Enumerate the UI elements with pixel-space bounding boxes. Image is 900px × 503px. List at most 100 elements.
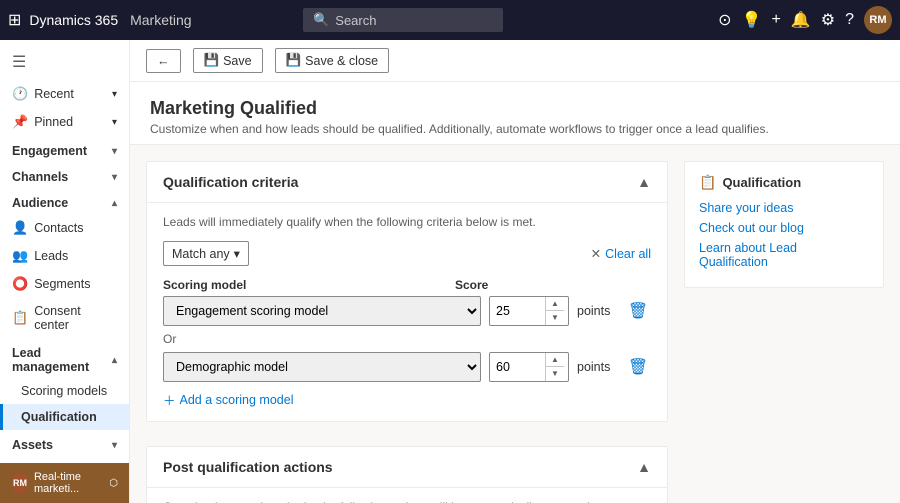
post-qualification-card: Post qualification actions ▲ Once leads …: [146, 446, 668, 503]
back-button[interactable]: ←: [146, 49, 181, 73]
or-label: Or: [163, 332, 651, 346]
post-card-body: Once leads meet the criteria, the follow…: [147, 488, 667, 503]
clear-all-button[interactable]: ✕ Clear all: [591, 246, 651, 261]
clear-x-icon: ✕: [591, 246, 601, 261]
audience-chevron: ▴: [112, 198, 117, 209]
bell-icon[interactable]: 🔔: [791, 10, 811, 30]
delete-row-2[interactable]: 🗑: [625, 357, 651, 377]
criteria-card-header: Qualification criteria ▲: [147, 162, 667, 203]
score-input-wrap-2: ▲ ▼: [489, 352, 569, 382]
assets-chevron: ▾: [112, 440, 117, 451]
circle-icon[interactable]: ⊙: [718, 10, 731, 30]
scoring-model-select-1[interactable]: Engagement scoring model: [163, 296, 481, 326]
table-row: Engagement scoring model ▲ ▼ points: [163, 296, 651, 326]
save-icon: 💾: [204, 53, 220, 68]
scoring-model-select-2[interactable]: Demographic model: [163, 352, 481, 382]
sidebar-item-pinned[interactable]: 📌 Pinned ▾: [0, 108, 129, 136]
app-name: Dynamics 365: [29, 12, 118, 28]
search-icon: 🔍: [313, 12, 329, 28]
sidebar-section-channels[interactable]: Channels ▾: [0, 162, 129, 188]
lead-mgmt-chevron: ▴: [112, 355, 117, 366]
sidebar-item-scoring-models[interactable]: Scoring models: [0, 378, 129, 404]
sidebar-item-recent[interactable]: 🕐 Recent ▾: [0, 80, 129, 108]
page-header: Marketing Qualified Customize when and h…: [130, 82, 900, 145]
score-down-1[interactable]: ▼: [546, 311, 564, 325]
grid-icon[interactable]: ⊞: [8, 10, 21, 30]
score-input-1[interactable]: [490, 300, 545, 322]
post-collapse-icon[interactable]: ▲: [637, 459, 651, 475]
sub-toolbar: ← 💾 Save 💾 Save & close: [130, 40, 900, 82]
search-bar[interactable]: 🔍: [303, 8, 503, 32]
sidebar-item-consent[interactable]: 📋 Consent center: [0, 298, 129, 338]
consent-icon: 📋: [12, 310, 28, 326]
pinned-chevron: ▾: [112, 117, 117, 128]
pin-icon: 📌: [12, 114, 28, 130]
help-icon[interactable]: ?: [845, 11, 854, 29]
page-description: Customize when and how leads should be q…: [150, 122, 880, 136]
share-ideas-link[interactable]: Share your ideas: [699, 201, 869, 215]
help-card-icon: 📋: [699, 174, 716, 191]
sidebar-section-engagement[interactable]: Engagement ▾: [0, 136, 129, 162]
user-avatar[interactable]: RM: [864, 6, 892, 34]
score-input-wrap-1: ▲ ▼: [489, 296, 569, 326]
sidebar-item-segments[interactable]: ⭕ Segments: [0, 270, 129, 298]
nav-icons: ⊙ 💡 + 🔔 ⚙ ? RM: [718, 6, 892, 34]
sidebar-hamburger[interactable]: ☰: [0, 44, 129, 80]
criteria-note: Leads will immediately qualify when the …: [163, 215, 651, 229]
model-col-header: Scoring model: [163, 278, 447, 292]
table-row: Demographic model ▲ ▼ points: [163, 352, 651, 382]
recent-chevron: ▾: [112, 89, 117, 100]
sidebar-item-contacts[interactable]: 👤 Contacts: [0, 214, 129, 242]
learn-link[interactable]: Learn about Lead Qualification: [699, 241, 869, 269]
workspace-name: Real-time marketi...: [34, 471, 103, 495]
sidebar-item-leads[interactable]: 👥 Leads: [0, 242, 129, 270]
scoring-header: Scoring model Score: [163, 278, 651, 292]
add-scoring-model-button[interactable]: ＋ Add a scoring model: [163, 390, 293, 409]
score-up-1[interactable]: ▲: [546, 297, 564, 311]
add-icon[interactable]: +: [771, 11, 780, 29]
post-title: Post qualification actions: [163, 459, 333, 475]
match-chevron: ▾: [234, 246, 240, 261]
search-input[interactable]: [335, 13, 485, 28]
points-label-2: points: [577, 360, 617, 374]
save-close-button[interactable]: 💾 Save & close: [275, 48, 390, 73]
post-card-header: Post qualification actions ▲: [147, 447, 667, 488]
workspace-avatar: RM: [12, 472, 28, 494]
lightbulb-icon[interactable]: 💡: [742, 10, 762, 30]
del-col-header: [621, 278, 651, 292]
score-spinners-1: ▲ ▼: [545, 297, 564, 325]
settings-icon[interactable]: ⚙: [821, 10, 835, 30]
segments-icon: ⭕: [12, 276, 28, 292]
score-spinners-2: ▲ ▼: [545, 353, 564, 381]
save-button[interactable]: 💾 Save: [193, 48, 263, 73]
right-card-header: 📋 Qualification: [699, 174, 869, 191]
main-content: ← 💾 Save 💾 Save & close Marketing Qualif…: [130, 40, 900, 503]
qualification-criteria-card: Qualification criteria ▲ Leads will imme…: [146, 161, 668, 422]
sidebar-item-qualification[interactable]: Qualification: [0, 404, 129, 430]
add-model-icon: ＋: [163, 390, 176, 409]
workspace-indicator[interactable]: RM Real-time marketi... ⬡: [0, 463, 130, 503]
content-area: Qualification criteria ▲ Leads will imme…: [130, 145, 900, 503]
workspace-expand[interactable]: ⬡: [109, 478, 118, 489]
sidebar-section-assets[interactable]: Assets ▾: [0, 430, 129, 456]
sidebar: ☰ 🕐 Recent ▾ 📌 Pinned ▾ Engagement ▾ Cha…: [0, 40, 130, 503]
sidebar-section-lead-mgmt[interactable]: Lead management ▴: [0, 338, 129, 378]
scoring-table: Scoring model Score Engagement scoring m…: [163, 278, 651, 409]
criteria-controls: Match any ▾ ✕ Clear all: [163, 241, 651, 266]
delete-row-1[interactable]: 🗑: [625, 301, 651, 321]
engagement-chevron: ▾: [112, 146, 117, 157]
score-down-2[interactable]: ▼: [546, 367, 564, 381]
sidebar-section-audience[interactable]: Audience ▴: [0, 188, 129, 214]
pts-col-header: [563, 278, 613, 292]
blog-link[interactable]: Check out our blog: [699, 221, 869, 235]
match-dropdown[interactable]: Match any ▾: [163, 241, 249, 266]
score-up-2[interactable]: ▲: [546, 353, 564, 367]
criteria-collapse-icon[interactable]: ▲: [637, 174, 651, 190]
recent-icon: 🕐: [12, 86, 28, 102]
main-layout: ☰ 🕐 Recent ▾ 📌 Pinned ▾ Engagement ▾ Cha…: [0, 40, 900, 503]
score-input-2[interactable]: [490, 356, 545, 378]
channels-chevron: ▾: [112, 172, 117, 183]
top-navigation: ⊞ Dynamics 365 Marketing 🔍 ⊙ 💡 + 🔔 ⚙ ? R…: [0, 0, 900, 40]
score-col-header: Score: [455, 278, 555, 292]
criteria-title: Qualification criteria: [163, 174, 298, 190]
